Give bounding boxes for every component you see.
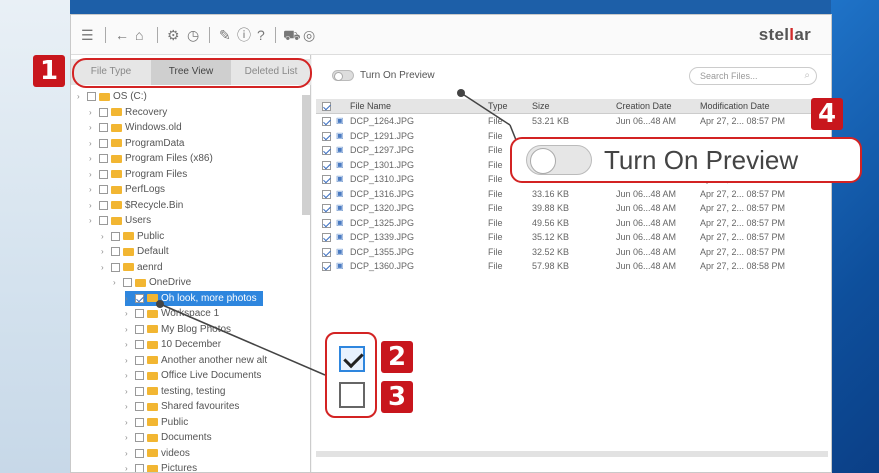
unchecked-checkbox[interactable] [339, 382, 365, 408]
checked-checkbox[interactable] [339, 346, 365, 372]
callout-preview-label: Turn On Preview [604, 144, 799, 175]
step-badge-2: 2 [381, 341, 413, 373]
preview-toggle-large[interactable] [526, 145, 592, 175]
callout-connectors [156, 89, 521, 376]
checkbox-callout [325, 332, 377, 418]
step-badge-3: 3 [381, 381, 413, 413]
step-badge-4: 4 [811, 98, 843, 130]
preview-callout: Turn On Preview [510, 137, 862, 183]
